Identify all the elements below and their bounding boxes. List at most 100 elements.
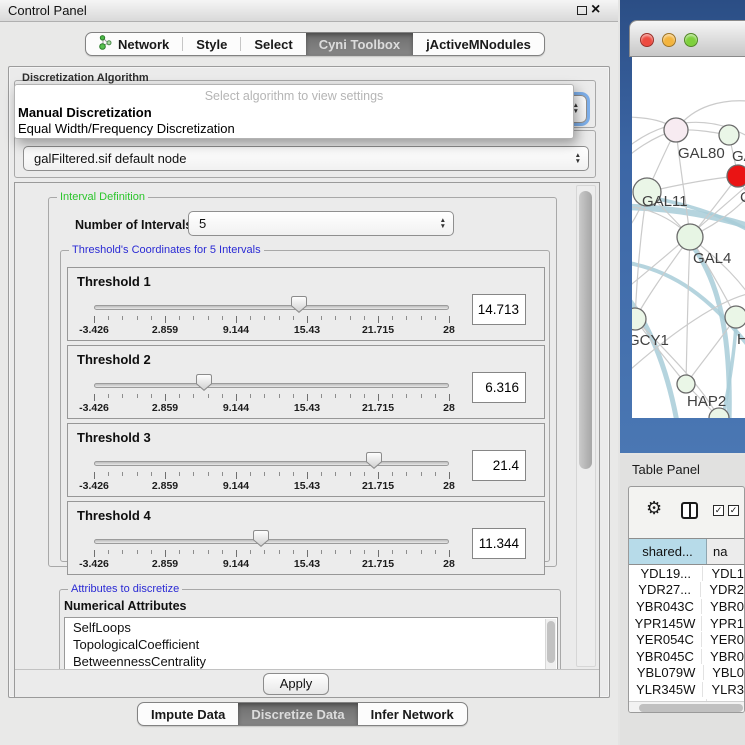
- tab-style[interactable]: Style: [183, 33, 240, 55]
- network-edge[interactable]: [686, 237, 690, 384]
- network-edge[interactable]: [635, 192, 647, 319]
- slider-tick: [364, 394, 365, 398]
- table-row[interactable]: YLR345WYLR3: [629, 681, 744, 698]
- tick-label: 21.715: [362, 402, 394, 414]
- slider-thumb[interactable]: [291, 296, 307, 313]
- scrollbar-thumb[interactable]: [579, 191, 592, 469]
- slider-tick: [321, 550, 322, 554]
- tab-select[interactable]: Select: [241, 33, 305, 55]
- slider-tick: [165, 394, 166, 401]
- slider-tick: [179, 472, 180, 476]
- thresholds-group-title: Threshold's Coordinates for 5 Intervals: [69, 244, 264, 256]
- tick-label: 2.859: [152, 324, 178, 336]
- table-row[interactable]: YDL19...YDL1: [629, 565, 744, 582]
- slider-tick: [279, 550, 280, 554]
- table-row[interactable]: YPR145WYPR1: [629, 615, 744, 632]
- slider-thumb[interactable]: [196, 374, 212, 391]
- tab-network[interactable]: Network: [86, 33, 182, 55]
- close-icon[interactable]: ×: [591, 1, 600, 19]
- number-of-intervals-label: Number of Intervals: [75, 218, 192, 232]
- interval-definition-group: Interval Definition Number of Intervals …: [48, 197, 557, 567]
- popup-option-manual[interactable]: Manual Discretization: [18, 105, 152, 120]
- tab-jactivemnodules[interactable]: jActiveMNodules: [413, 33, 544, 55]
- threshold-value[interactable]: 14.713: [472, 294, 526, 325]
- threshold-value[interactable]: 21.4: [472, 450, 526, 481]
- tab-discretize-data[interactable]: Discretize Data: [238, 703, 357, 725]
- slider-track[interactable]: [94, 383, 449, 388]
- threshold-value[interactable]: 6.316: [472, 372, 526, 403]
- table-row[interactable]: YBR045CYBR0: [629, 648, 744, 665]
- network-node[interactable]: [719, 125, 739, 145]
- tick-label: 15.43: [294, 558, 320, 570]
- panel-scrollbar[interactable]: [576, 185, 596, 667]
- network-node[interactable]: [664, 118, 688, 142]
- table-row[interactable]: YBL079WYBL0: [629, 665, 744, 682]
- attribute-item[interactable]: TopologicalCoefficient: [73, 636, 557, 653]
- slider-tick: [421, 394, 422, 398]
- number-of-intervals-combo[interactable]: 5 ▲▼: [188, 211, 454, 236]
- network-window: GAL80GACGAL11GAL4GCY1HHAP2: [620, 0, 745, 453]
- slider-tick: [321, 472, 322, 476]
- slider-track[interactable]: [94, 539, 449, 544]
- apply-button[interactable]: Apply: [263, 673, 329, 695]
- checkbox-icon[interactable]: ✓: [728, 505, 739, 516]
- attribute-item[interactable]: SelfLoops: [73, 619, 557, 636]
- tick-label: 9.144: [223, 324, 249, 336]
- slider-tick: [137, 394, 138, 398]
- slider-thumb[interactable]: [253, 530, 269, 547]
- network-edge[interactable]: [635, 237, 690, 319]
- tab-impute-data[interactable]: Impute Data: [138, 703, 238, 725]
- node-label: GCY1: [632, 332, 669, 349]
- threshold-value[interactable]: 11.344: [472, 528, 526, 559]
- threshold-box: Threshold 1-3.4262.8599.14415.4321.71528…: [67, 267, 545, 341]
- tick-label: 21.715: [362, 480, 394, 492]
- slider-track[interactable]: [94, 461, 449, 466]
- network-edge[interactable]: [635, 319, 686, 384]
- network-node[interactable]: [727, 165, 745, 187]
- combo-spinner-icon[interactable]: ▲▼: [575, 153, 581, 165]
- tick-label: -3.426: [79, 324, 109, 336]
- slider-tick: [406, 550, 407, 554]
- table-row[interactable]: YBR043CYBR0: [629, 598, 744, 615]
- tab-cyni-toolbox[interactable]: Cyni Toolbox: [306, 33, 413, 55]
- slider-track[interactable]: [94, 305, 449, 310]
- table-cell: YBL079W: [629, 665, 704, 680]
- slider-tick: [250, 472, 251, 476]
- scrollbar-thumb[interactable]: [547, 621, 555, 663]
- tick-label: 15.43: [294, 402, 320, 414]
- table-row[interactable]: YER054CYER0: [629, 631, 744, 648]
- attribute-item[interactable]: BetweennessCentrality: [73, 653, 557, 670]
- network-node[interactable]: [677, 375, 695, 393]
- slider-tick: [137, 316, 138, 320]
- column-header-name[interactable]: na: [707, 539, 744, 564]
- slider-thumb[interactable]: [366, 452, 382, 469]
- slider-tick: [222, 472, 223, 476]
- popup-option-equal-width[interactable]: Equal Width/Frequency Discretization: [18, 121, 235, 136]
- slider-tick: [307, 316, 308, 323]
- traffic-light-minimize-icon[interactable]: [662, 33, 676, 47]
- tab-label: Infer Network: [371, 707, 454, 722]
- tab-infer-network[interactable]: Infer Network: [358, 703, 467, 725]
- h-scrollbar[interactable]: [629, 701, 744, 713]
- checkbox-icon[interactable]: ✓: [713, 505, 724, 516]
- columns-icon[interactable]: [681, 502, 698, 519]
- column-header-shared[interactable]: shared...: [629, 539, 707, 564]
- table-data-combo[interactable]: galFiltered.sif default node ▲▼: [23, 146, 589, 171]
- traffic-light-close-icon[interactable]: [640, 33, 654, 47]
- network-node[interactable]: [725, 306, 745, 328]
- slider-tick: [137, 550, 138, 554]
- network-node[interactable]: [677, 224, 703, 250]
- network-canvas[interactable]: GAL80GACGAL11GAL4GCY1HHAP2: [632, 57, 745, 418]
- tick-label: 9.144: [223, 480, 249, 492]
- slider-tick: [179, 316, 180, 320]
- combo-spinner-icon[interactable]: ▲▼: [440, 218, 446, 230]
- slider-tick: [250, 550, 251, 554]
- slider-tick: [108, 394, 109, 398]
- node-label: GA: [732, 148, 745, 165]
- scrollbar-thumb[interactable]: [639, 704, 743, 712]
- float-window-icon[interactable]: [577, 6, 587, 15]
- traffic-light-zoom-icon[interactable]: [684, 33, 698, 47]
- gear-icon[interactable]: ⚙: [646, 498, 662, 519]
- slider-tick: [307, 394, 308, 401]
- table-row[interactable]: YDR27...YDR2: [629, 582, 744, 599]
